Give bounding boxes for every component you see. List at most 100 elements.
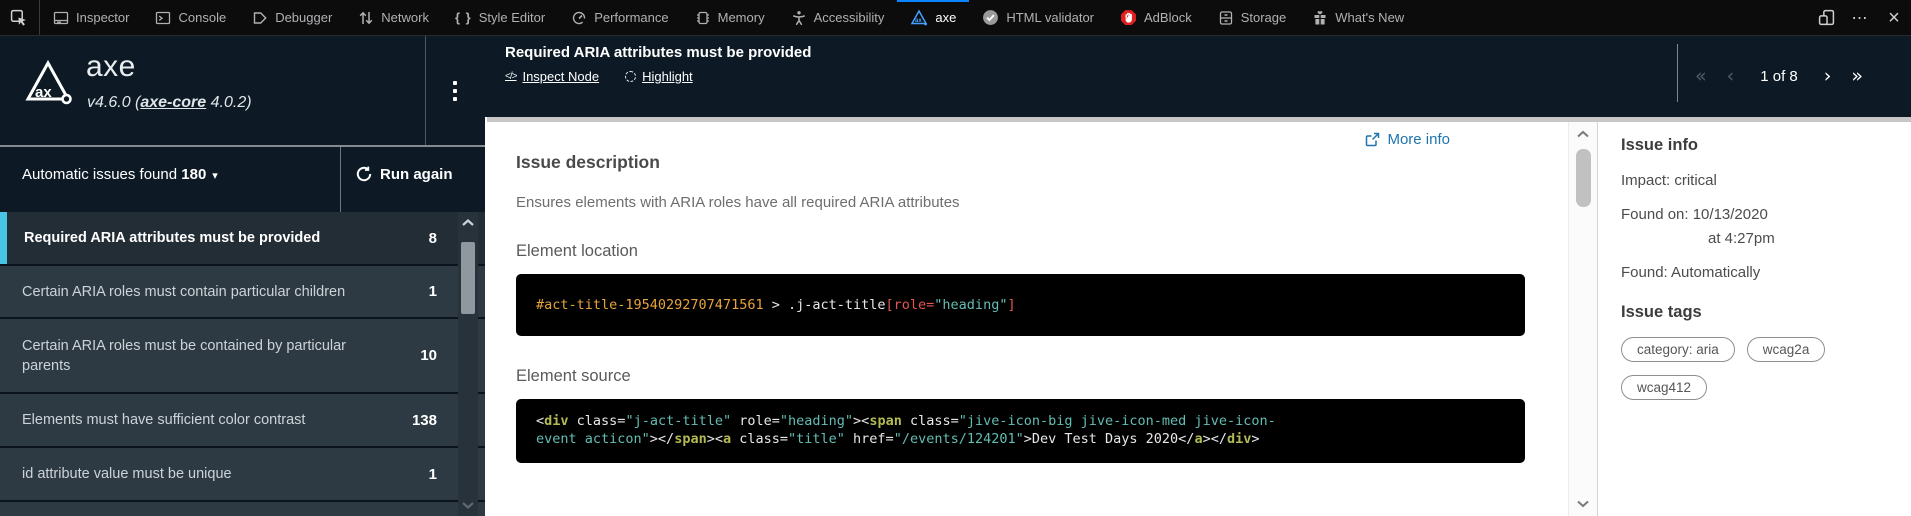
tab-label: Memory bbox=[718, 10, 765, 25]
more-info-link[interactable]: More info bbox=[1365, 131, 1450, 148]
issue-row-roles-contained-by-parents[interactable]: Certain ARIA roles must be contained by … bbox=[0, 319, 485, 394]
highlight-link[interactable]: Highlight bbox=[625, 69, 693, 84]
style-editor-icon: { } bbox=[455, 10, 472, 25]
svg-text:ax: ax bbox=[35, 84, 52, 101]
found-on-time: at 4:27pm bbox=[1621, 230, 1911, 247]
run-again-button[interactable]: Run again bbox=[355, 165, 453, 183]
devtools-tabbar: Inspector Console Debugger Network { } S… bbox=[0, 0, 1911, 36]
tab-adblock[interactable]: AdBlock bbox=[1107, 0, 1205, 35]
issue-label: Elements must have sufficient color cont… bbox=[0, 400, 355, 440]
pick-element-icon bbox=[10, 9, 27, 26]
tab-console[interactable]: Console bbox=[142, 0, 239, 35]
issue-info-heading: Issue info bbox=[1621, 136, 1911, 155]
issue-row-roles-contain-children[interactable]: Certain ARIA roles must contain particul… bbox=[0, 266, 485, 319]
tab-html-validator[interactable]: HTML validator bbox=[969, 0, 1107, 35]
code-line: <div class="j-act-title" role="heading">… bbox=[536, 412, 1505, 430]
next-page-button[interactable]: › bbox=[1824, 67, 1832, 86]
first-page-button[interactable]: « bbox=[1695, 67, 1707, 86]
axe-header: ax axe v4.6.0 (axe-core 4.0.2) bbox=[0, 36, 485, 145]
tab-label: Performance bbox=[594, 10, 668, 25]
last-page-button[interactable]: » bbox=[1851, 67, 1863, 86]
axe-app-name: axe bbox=[86, 50, 136, 84]
external-link-icon bbox=[1365, 132, 1380, 147]
pick-element-button[interactable] bbox=[0, 0, 40, 35]
tab-inspector[interactable]: Inspector bbox=[40, 0, 142, 35]
network-icon bbox=[358, 10, 374, 26]
adblock-icon bbox=[1120, 9, 1137, 26]
devtools-menu-button[interactable]: ⋯ bbox=[1843, 0, 1877, 36]
chevron-down-icon: ▾ bbox=[212, 170, 218, 182]
scroll-down-icon[interactable] bbox=[461, 500, 475, 510]
accessibility-icon bbox=[791, 10, 807, 26]
issue-row-partial[interactable]: Heading levels should only increase by o… bbox=[0, 502, 485, 516]
whats-new-icon bbox=[1312, 10, 1328, 26]
found-on-date: 10/13/2020 bbox=[1693, 206, 1768, 223]
tab-axe[interactable]: ax axe bbox=[897, 0, 969, 35]
debugger-icon bbox=[252, 10, 268, 26]
html-validator-icon bbox=[982, 9, 999, 26]
scroll-up-icon[interactable] bbox=[1576, 130, 1590, 139]
tab-label: Accessibility bbox=[814, 10, 885, 25]
issue-row-required-aria-attributes[interactable]: Required ARIA attributes must be provide… bbox=[0, 212, 485, 266]
issue-list-scrollbar[interactable] bbox=[458, 212, 478, 516]
responsive-design-mode-button[interactable] bbox=[1809, 0, 1843, 36]
issue-header-actions: </> Inspect Node Highlight bbox=[505, 69, 693, 84]
element-source-heading: Element source bbox=[516, 367, 1568, 386]
highlight-icon bbox=[625, 71, 636, 82]
found-label: Found: bbox=[1621, 264, 1671, 281]
tab-performance[interactable]: Performance bbox=[558, 0, 681, 35]
axe-core-link[interactable]: axe-core bbox=[140, 94, 206, 111]
scroll-down-icon[interactable] bbox=[1576, 499, 1590, 508]
page-count: 1 of 8 bbox=[1754, 68, 1804, 85]
tab-accessibility[interactable]: Accessibility bbox=[778, 0, 898, 35]
issue-tags-heading: Issue tags bbox=[1621, 303, 1911, 322]
tab-debugger[interactable]: Debugger bbox=[239, 0, 345, 35]
version-prefix: v4.6.0 ( bbox=[87, 94, 140, 111]
found-on-label: Found on: bbox=[1621, 206, 1693, 223]
issue-row-color-contrast[interactable]: Elements must have sufficient color cont… bbox=[0, 394, 485, 448]
element-source-code: <div class="j-act-title" role="heading">… bbox=[516, 399, 1525, 463]
impact-row: Impact: critical bbox=[1621, 172, 1911, 189]
content-scrollbar[interactable] bbox=[1568, 122, 1597, 516]
tab-whats-new[interactable]: What's New bbox=[1299, 0, 1417, 35]
found-on-row: Found on: 10/13/2020 at 4:27pm bbox=[1621, 206, 1911, 247]
scrollbar-thumb[interactable] bbox=[1576, 149, 1591, 207]
tab-label: Storage bbox=[1241, 10, 1287, 25]
issue-label: Certain ARIA roles must be contained by … bbox=[0, 326, 355, 386]
axe-options-menu-button[interactable] bbox=[446, 74, 464, 108]
close-icon: × bbox=[1888, 8, 1900, 28]
issues-found-dropdown[interactable]: Automatic issues found 180▾ bbox=[22, 166, 218, 183]
inspect-node-link[interactable]: </> Inspect Node bbox=[505, 69, 599, 84]
tab-style-editor[interactable]: { } Style Editor bbox=[442, 0, 558, 35]
found-row: Found: Automatically bbox=[1621, 264, 1911, 281]
pagination: « ‹ 1 of 8 › » bbox=[1695, 36, 1863, 117]
scrollbar-thumb[interactable] bbox=[461, 242, 475, 314]
previous-page-button[interactable]: ‹ bbox=[1727, 67, 1735, 86]
pagination-divider bbox=[1677, 44, 1678, 102]
memory-icon bbox=[695, 10, 711, 26]
tag-category-aria: category: aria bbox=[1621, 337, 1735, 362]
tab-label: HTML validator bbox=[1006, 10, 1094, 25]
tab-label: Network bbox=[381, 10, 429, 25]
issue-title: Required ARIA attributes must be provide… bbox=[505, 44, 811, 61]
header-divider bbox=[425, 36, 426, 145]
issue-description-heading: Issue description bbox=[516, 152, 1568, 173]
axe-version: v4.6.0 (axe-core 4.0.2) bbox=[87, 94, 252, 112]
close-devtools-button[interactable]: × bbox=[1877, 0, 1911, 36]
issue-header: Required ARIA attributes must be provide… bbox=[485, 36, 1911, 117]
issue-label: Certain ARIA roles must contain particul… bbox=[0, 272, 355, 312]
tag-wcag2a: wcag2a bbox=[1747, 337, 1826, 362]
found-value: Automatically bbox=[1671, 264, 1760, 281]
scroll-up-icon[interactable] bbox=[461, 218, 475, 228]
tab-storage[interactable]: Storage bbox=[1205, 0, 1300, 35]
responsive-design-mode-icon bbox=[1818, 9, 1835, 26]
tab-network[interactable]: Network bbox=[345, 0, 442, 35]
impact-value: critical bbox=[1674, 172, 1717, 189]
summary-row: Automatic issues found 180▾ Run again bbox=[0, 147, 485, 212]
issues-found-count: 180 bbox=[181, 166, 206, 183]
tab-label: axe bbox=[935, 10, 956, 25]
tag-wcag412: wcag412 bbox=[1621, 375, 1707, 400]
issue-row-id-unique[interactable]: id attribute value must be unique 1 bbox=[0, 448, 485, 502]
tab-label: AdBlock bbox=[1144, 10, 1192, 25]
tab-memory[interactable]: Memory bbox=[682, 0, 778, 35]
